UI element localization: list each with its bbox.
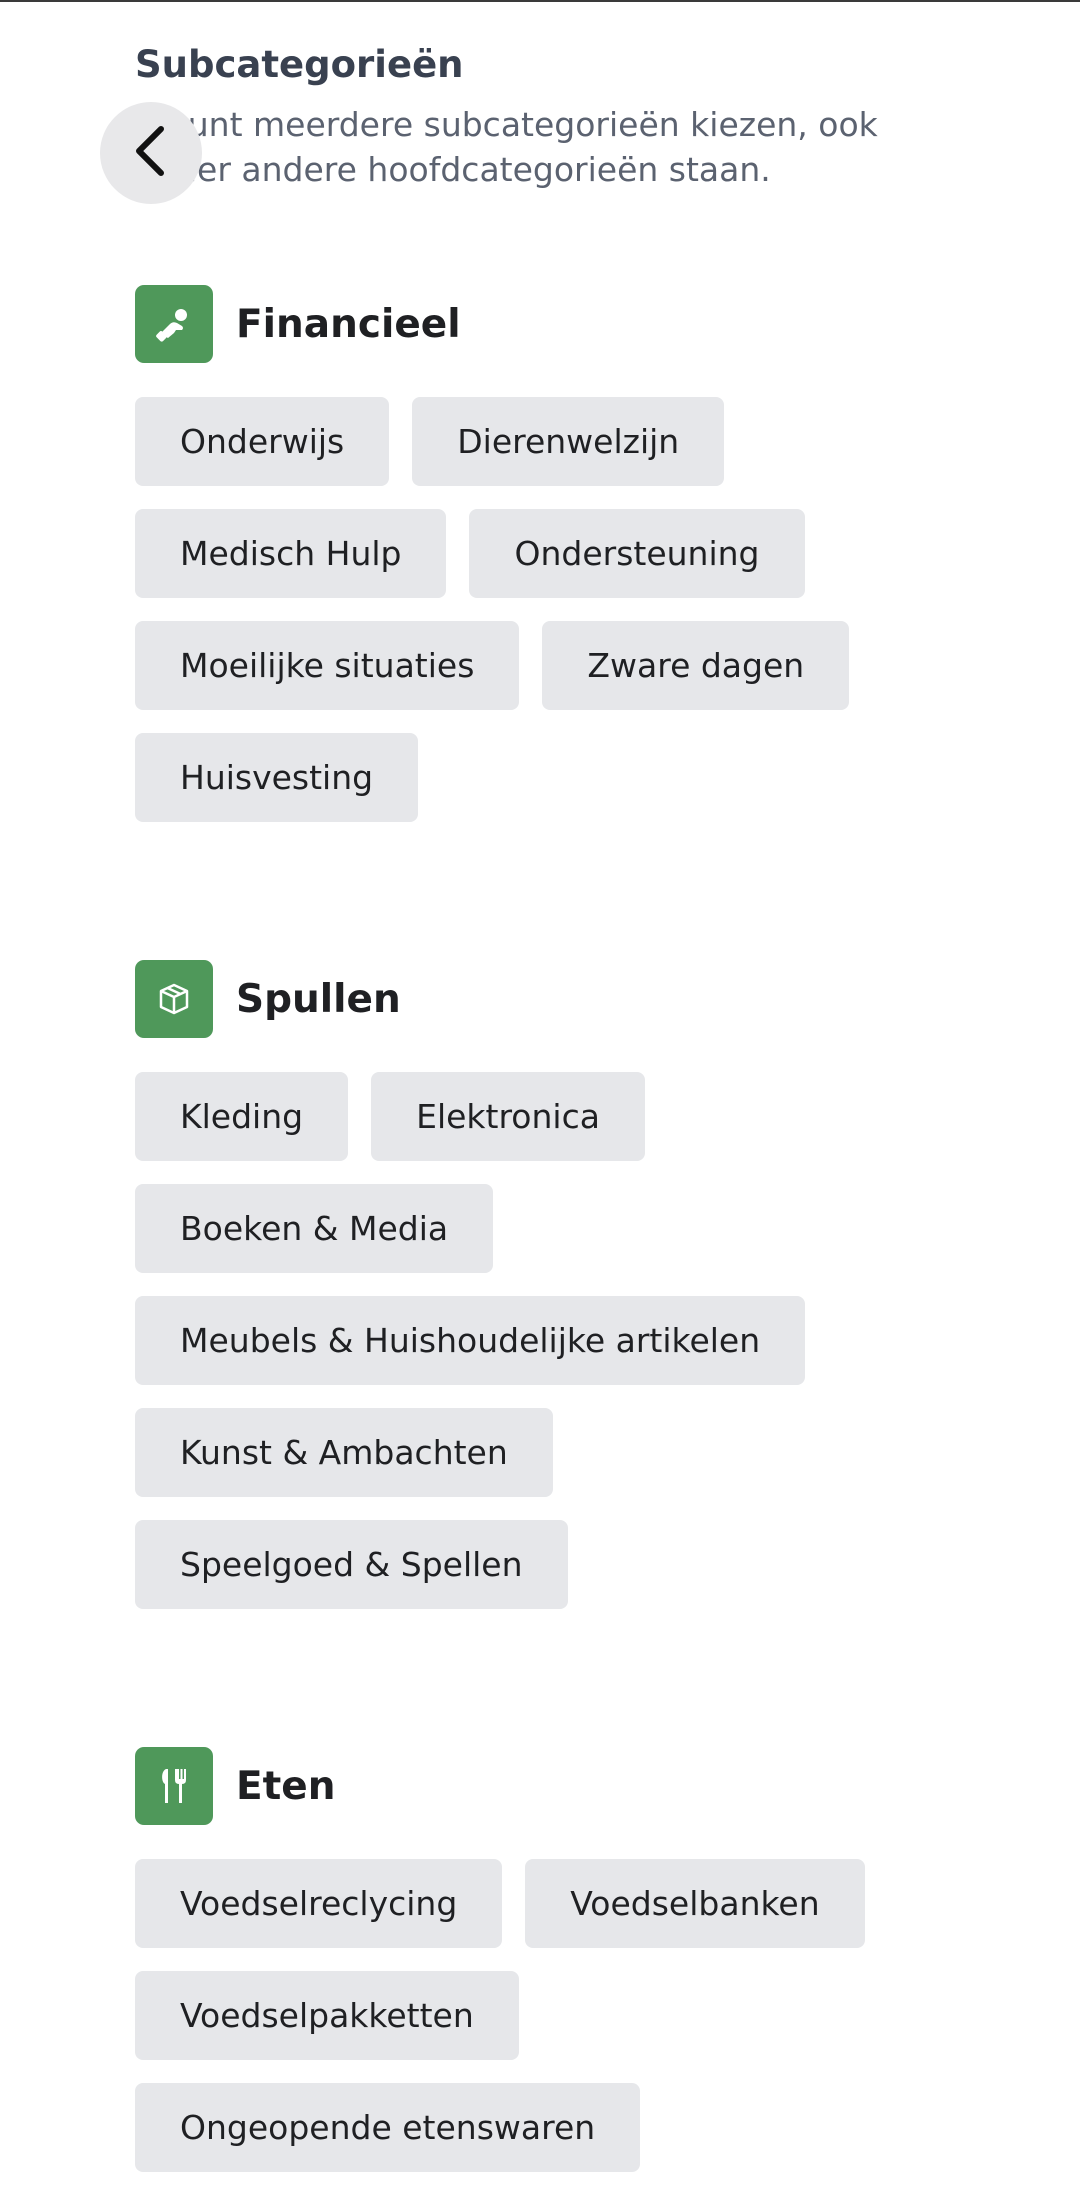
section-financieel: Financieel Onderwijs Dierenwelzijn Medis… [135,285,1035,822]
chip-speelgoed-spellen[interactable]: Speelgoed & Spellen [135,1520,568,1609]
page-header: Subcategorieën U kunt meerdere subcatego… [135,40,1035,192]
chip-moeilijke-situaties[interactable]: Moeilijke situaties [135,621,520,710]
chip-kleding[interactable]: Kleding [135,1072,349,1161]
chip-list: Onderwijs Dierenwelzijn Medisch Hulp Ond… [135,397,975,822]
chip-onderwijs[interactable]: Onderwijs [135,397,390,486]
chip-ongeopende-etenswaren[interactable]: Ongeopende etenswaren [135,2083,641,2172]
section-title: Eten [236,1763,336,1809]
chip-voedselbanken[interactable]: Voedselbanken [525,1859,865,1948]
section-title: Financieel [236,301,461,347]
fork-knife-icon [135,1747,213,1825]
chip-meubels-huishoudelijke-artikelen[interactable]: Meubels & Huishoudelijke artikelen [135,1296,806,1385]
chip-ondersteuning[interactable]: Ondersteuning [469,509,805,598]
section-eten: Eten Voedselreclycing Voedselbanken Voed… [135,1747,1035,2172]
chip-huisvesting[interactable]: Huisvesting [135,733,419,822]
section-title: Spullen [236,976,401,1022]
box-icon [135,960,213,1038]
chip-kunst-ambachten[interactable]: Kunst & Ambachten [135,1408,553,1497]
section-header: Spullen [135,960,1035,1038]
chip-dierenwelzijn[interactable]: Dierenwelzijn [412,397,725,486]
back-button[interactable] [100,102,202,204]
chip-medisch-hulp[interactable]: Medisch Hulp [135,509,447,598]
chip-voedselpakketten[interactable]: Voedselpakketten [135,1971,519,2060]
chip-voedselreclycing[interactable]: Voedselreclycing [135,1859,503,1948]
chip-elektronica[interactable]: Elektronica [371,1072,645,1161]
chip-boeken-media[interactable]: Boeken & Media [135,1184,494,1273]
chip-list: Voedselreclycing Voedselbanken Voedselpa… [135,1859,975,2172]
hand-coin-icon [135,285,213,363]
chip-list: Kleding Elektronica Boeken & Media Meube… [135,1072,975,1609]
chip-zware-dagen[interactable]: Zware dagen [542,621,850,710]
chevron-left-icon [131,123,171,183]
top-divider [0,0,1080,2]
page-title: Subcategorieën [135,43,464,86]
section-header: Financieel [135,285,1035,363]
section-spullen: Spullen Kleding Elektronica Boeken & Med… [135,960,1035,1609]
page-subtitle: U kunt meerdere subcategorieën kiezen, o… [135,105,878,189]
section-header: Eten [135,1747,1035,1825]
